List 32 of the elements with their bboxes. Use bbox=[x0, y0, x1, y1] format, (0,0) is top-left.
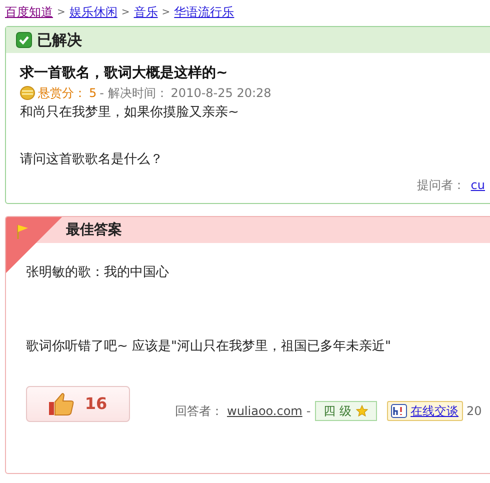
chat-link[interactable]: 在线交谈 bbox=[386, 401, 463, 421]
level-text: 四 级 bbox=[324, 403, 352, 420]
coin-icon bbox=[20, 86, 35, 100]
breadcrumb-link[interactable]: 娱乐休闲 bbox=[69, 3, 118, 21]
separator-dash: - bbox=[306, 403, 311, 420]
answerer-label: 回答者： bbox=[175, 403, 223, 420]
breadcrumb-link[interactable]: 百度知道 bbox=[5, 3, 53, 21]
question-title: 求一首歌名，歌词大概是这样的~ bbox=[20, 64, 229, 83]
solved-label: - 解决时间： bbox=[100, 85, 168, 102]
breadcrumb-separator: > bbox=[121, 6, 130, 20]
thumbs-up-icon bbox=[48, 392, 75, 416]
asker-link[interactable]: cu bbox=[470, 176, 485, 194]
star-icon bbox=[356, 405, 368, 417]
answer-time: 20 bbox=[466, 403, 482, 420]
reward-label: 悬赏分： bbox=[38, 85, 86, 102]
answer-text: 张明敏的歌：我的中国心 bbox=[26, 264, 170, 282]
question-text: 请问这首歌歌名是什么？ bbox=[20, 151, 164, 169]
chat-icon bbox=[390, 404, 407, 418]
solved-time: 2010-8-25 20:28 bbox=[170, 85, 272, 102]
breadcrumb-separator: > bbox=[57, 6, 66, 20]
breadcrumb-separator: > bbox=[162, 6, 170, 20]
breadcrumb-link[interactable]: 音乐 bbox=[134, 3, 158, 21]
question-text: 和尚只在我梦里，如果你摸脸又亲亲~ bbox=[20, 104, 240, 122]
answer-heading: 最佳答案 bbox=[66, 220, 122, 240]
like-button[interactable]: 16 bbox=[26, 386, 130, 422]
answer-text: 歌词你听错了吧~ 应该是"河山只在我梦里，祖国已多年未亲近" bbox=[26, 338, 392, 356]
reward-value: 5 bbox=[89, 85, 97, 102]
status-label: 已解决 bbox=[37, 30, 82, 51]
asker-label: 提问者： bbox=[416, 177, 465, 194]
check-icon bbox=[16, 32, 32, 48]
breadcrumb-link[interactable]: 华语流行乐 bbox=[174, 3, 234, 21]
answerer-link[interactable]: wuliaoo.com bbox=[227, 402, 302, 420]
